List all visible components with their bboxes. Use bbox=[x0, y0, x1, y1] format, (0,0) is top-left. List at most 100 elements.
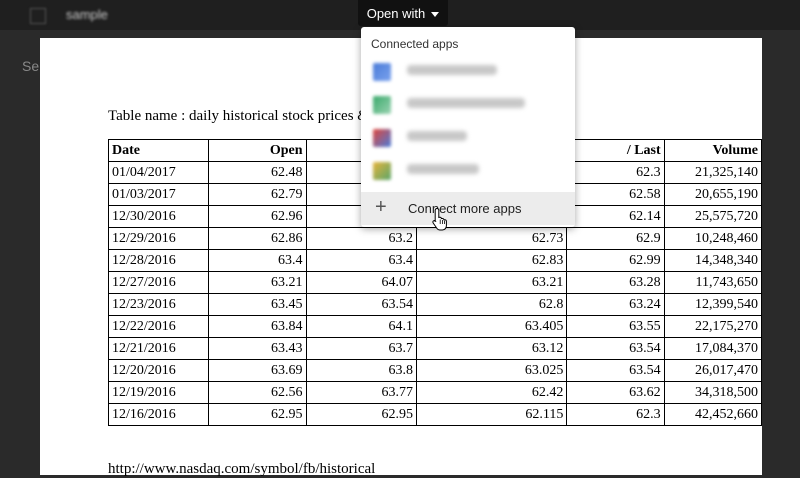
document-title: Table name : daily historical stock pric… bbox=[108, 108, 369, 124]
cell-date: 12/30/2016 bbox=[107, 205, 210, 228]
cell-volume: 11,743,650 bbox=[663, 271, 763, 294]
cell-last: 63.24 bbox=[566, 293, 665, 316]
cell-last: 63.54 bbox=[566, 337, 665, 360]
cell-last: 62.99 bbox=[566, 249, 665, 272]
cell-last: 62.58 bbox=[566, 183, 665, 206]
cell-low: 62.42 bbox=[415, 381, 568, 404]
background-text: Se bbox=[22, 58, 40, 74]
cell-last: 62.9 bbox=[566, 227, 665, 250]
cell-last: 62.14 bbox=[566, 205, 665, 228]
cell-volume: 17,084,370 bbox=[663, 337, 763, 360]
cell-last: 62.3 bbox=[566, 161, 665, 184]
connect-more-apps-item[interactable]: + Connect more apps bbox=[361, 192, 575, 225]
cell-date: 12/22/2016 bbox=[107, 315, 210, 338]
cell-date: 01/03/2017 bbox=[107, 183, 210, 206]
file-name: sample bbox=[66, 7, 108, 22]
cell-volume: 25,575,720 bbox=[663, 205, 763, 228]
cell-open: 62.95 bbox=[208, 403, 307, 426]
blue-app-icon bbox=[373, 63, 391, 81]
app-name-blurred bbox=[407, 164, 479, 174]
cell-high: 63.54 bbox=[305, 293, 417, 316]
cell-high: 63.4 bbox=[305, 249, 417, 272]
cell-volume: 10,248,460 bbox=[663, 227, 763, 250]
cell-date: 12/20/2016 bbox=[107, 359, 210, 382]
cell-volume: 42,452,660 bbox=[663, 403, 763, 426]
cell-last: 63.55 bbox=[566, 315, 665, 338]
file-type-icon bbox=[30, 8, 46, 24]
cell-high: 64.1 bbox=[305, 315, 417, 338]
app-name-blurred bbox=[407, 131, 467, 141]
plus-icon: + bbox=[375, 196, 387, 218]
cell-low: 63.025 bbox=[415, 359, 568, 382]
cell-volume: 34,318,500 bbox=[663, 381, 763, 404]
header-open: Open bbox=[208, 139, 307, 162]
source-link[interactable]: http://www.nasdaq.com/symbol/fb/historic… bbox=[108, 461, 375, 478]
table-row: 12/19/2016 62.56 63.77 62.42 63.62 34,318,500 bbox=[107, 381, 763, 404]
cell-date: 12/27/2016 bbox=[107, 271, 210, 294]
cell-low: 63.405 bbox=[415, 315, 568, 338]
cell-date: 12/23/2016 bbox=[107, 293, 210, 316]
cell-volume: 21,325,140 bbox=[663, 161, 763, 184]
cell-high: 63.7 bbox=[305, 337, 417, 360]
cell-low: 63.12 bbox=[415, 337, 568, 360]
hand-pointer-icon bbox=[432, 207, 447, 231]
cell-date: 12/19/2016 bbox=[107, 381, 210, 404]
table-row: 12/28/2016 63.4 63.4 62.83 62.99 14,348,340 bbox=[107, 249, 763, 272]
cell-date: 12/29/2016 bbox=[107, 227, 210, 250]
cell-open: 63.4 bbox=[208, 249, 307, 272]
header-date: Date bbox=[107, 139, 210, 162]
cell-date: 01/04/2017 bbox=[107, 161, 210, 184]
open-with-button[interactable]: Open with bbox=[358, 0, 448, 26]
cell-date: 12/16/2016 bbox=[107, 403, 210, 426]
header-volume: Volume bbox=[663, 139, 763, 162]
cell-high: 63.77 bbox=[305, 381, 417, 404]
open-with-menu: Connected apps + Connect more apps bbox=[361, 27, 575, 227]
connected-app-item[interactable] bbox=[361, 55, 575, 88]
caret-down-icon bbox=[431, 11, 440, 17]
cell-open: 62.79 bbox=[208, 183, 307, 206]
cell-high: 63.2 bbox=[305, 227, 417, 250]
multicolor-app-icon bbox=[373, 129, 391, 147]
cell-open: 63.43 bbox=[208, 337, 307, 360]
cell-low: 63.21 bbox=[415, 271, 568, 294]
cell-open: 62.48 bbox=[208, 161, 307, 184]
green-app-icon bbox=[373, 96, 391, 114]
table-row: 12/21/2016 63.43 63.7 63.12 63.54 17,084,370 bbox=[107, 337, 763, 360]
connected-app-item[interactable] bbox=[361, 154, 575, 187]
cell-volume: 12,399,540 bbox=[663, 293, 763, 316]
cell-volume: 22,175,270 bbox=[663, 315, 763, 338]
yellow-app-icon bbox=[373, 162, 391, 180]
cell-open: 62.86 bbox=[208, 227, 307, 250]
table-row: 12/27/2016 63.21 64.07 63.21 63.28 11,743,650 bbox=[107, 271, 763, 294]
cell-last: 63.54 bbox=[566, 359, 665, 382]
connect-more-label: Connect more apps bbox=[408, 201, 522, 216]
app-name-blurred bbox=[407, 65, 497, 75]
cell-low: 62.83 bbox=[415, 249, 568, 272]
table-row: 12/23/2016 63.45 63.54 62.8 63.24 12,399,540 bbox=[107, 293, 763, 316]
cell-open: 62.96 bbox=[208, 205, 307, 228]
connected-app-item[interactable] bbox=[361, 121, 575, 154]
cell-open: 63.21 bbox=[208, 271, 307, 294]
cell-open: 62.56 bbox=[208, 381, 307, 404]
cell-open: 63.84 bbox=[208, 315, 307, 338]
table-row: 12/16/2016 62.95 62.95 62.115 62.3 42,452,660 bbox=[107, 403, 763, 426]
header-last: / Last bbox=[566, 139, 665, 162]
table-row: 12/20/2016 63.69 63.8 63.025 63.54 26,017,470 bbox=[107, 359, 763, 382]
cell-last: 63.28 bbox=[566, 271, 665, 294]
cell-low: 62.115 bbox=[415, 403, 568, 426]
table-row: 12/22/2016 63.84 64.1 63.405 63.55 22,175,270 bbox=[107, 315, 763, 338]
cell-open: 63.45 bbox=[208, 293, 307, 316]
cell-low: 62.8 bbox=[415, 293, 568, 316]
cell-date: 12/28/2016 bbox=[107, 249, 210, 272]
cell-date: 12/21/2016 bbox=[107, 337, 210, 360]
app-name-blurred bbox=[407, 98, 525, 108]
open-with-label: Open with bbox=[366, 5, 426, 21]
cell-high: 63.8 bbox=[305, 359, 417, 382]
connected-apps-heading: Connected apps bbox=[371, 37, 459, 51]
cell-open: 63.69 bbox=[208, 359, 307, 382]
cell-volume: 20,655,190 bbox=[663, 183, 763, 206]
cell-volume: 26,017,470 bbox=[663, 359, 763, 382]
connected-app-item[interactable] bbox=[361, 88, 575, 121]
cell-high: 62.95 bbox=[305, 403, 417, 426]
cell-last: 63.62 bbox=[566, 381, 665, 404]
